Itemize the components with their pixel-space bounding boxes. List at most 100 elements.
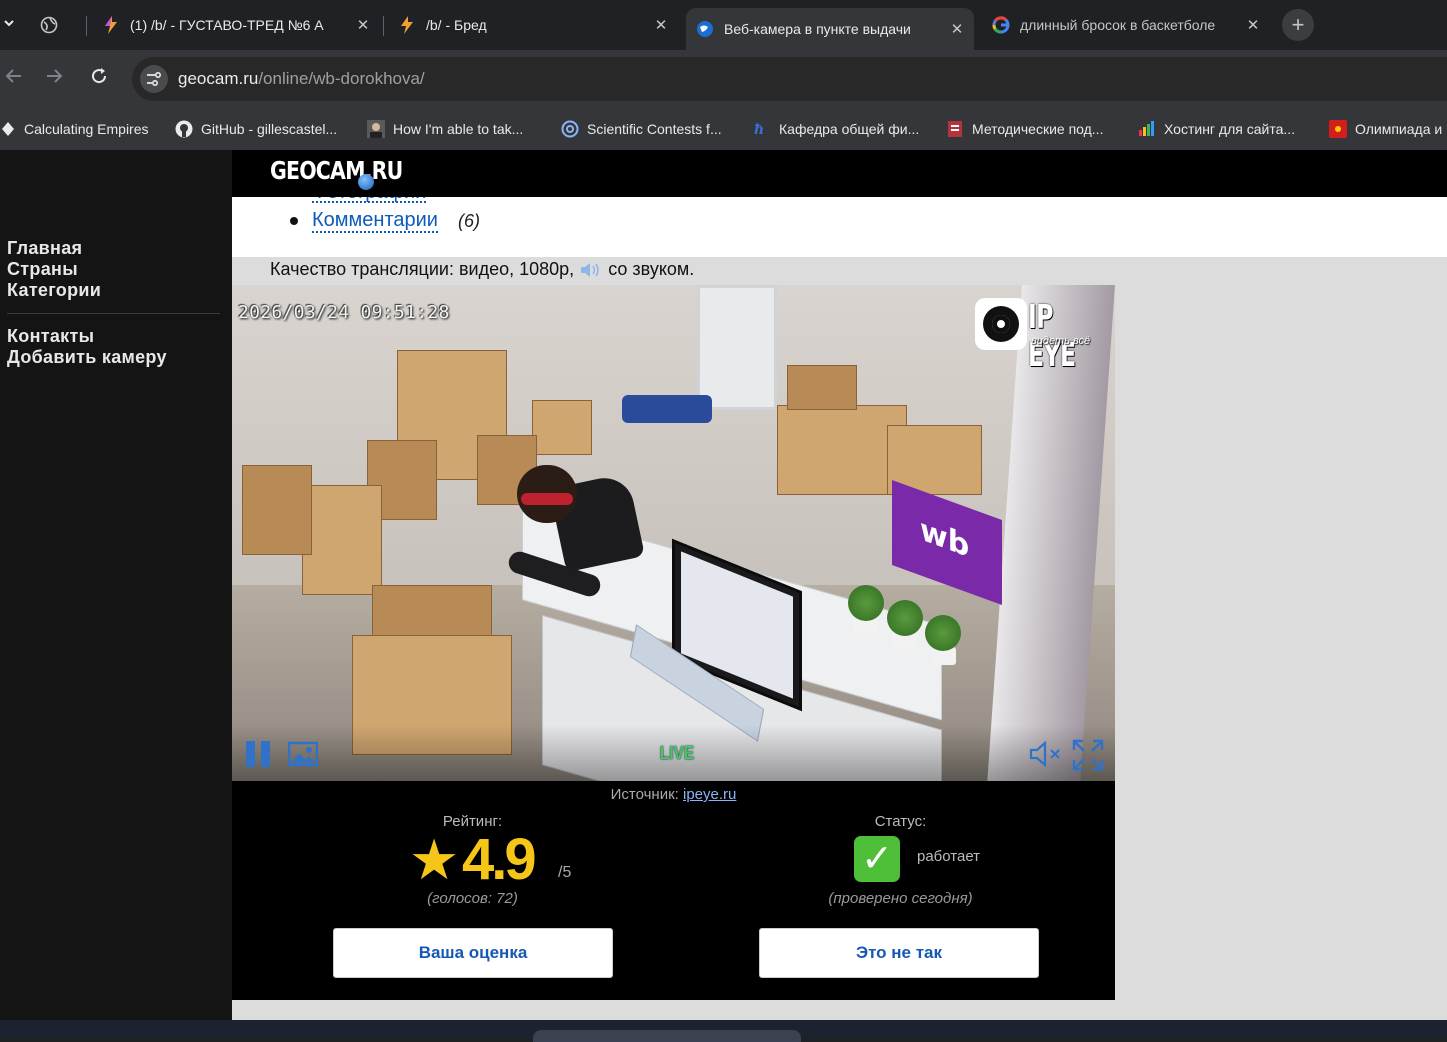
plus-icon: + [1291, 12, 1305, 37]
rating-row: ★ 4.9 /5 [252, 830, 693, 890]
globe-logo-icon [358, 174, 374, 190]
bookmark-label: Хостинг для сайта... [1164, 121, 1296, 137]
tab-title: /b/ - Бред [426, 17, 487, 33]
site-logo[interactable]: GEOCAM.RU [270, 156, 403, 185]
sidebar-divider [7, 313, 220, 314]
bookmark-item[interactable]: Олимпиада и [1329, 116, 1442, 142]
close-tab-icon[interactable]: ✕ [650, 16, 672, 34]
camera-scene-bench [622, 395, 712, 423]
status-block: Статус: ✓ работает (проверено сегодня) [680, 813, 1121, 907]
tab-geocam-active[interactable]: Веб-камера в пункте выдачи ✕ [686, 8, 974, 50]
bookmark-item[interactable]: ħ Кафедра общей фи... [753, 116, 919, 142]
source-label: Источник: [610, 786, 679, 803]
list-bullet [290, 217, 298, 225]
bolt-icon [102, 16, 120, 34]
sidebar: Главная Страны Категории Контакты Добави… [0, 150, 232, 1020]
mat-logo: wb [920, 512, 970, 566]
tab-bred[interactable]: /b/ - Бред ✕ [388, 8, 678, 42]
rate-button[interactable]: Ваша оценка [333, 928, 613, 978]
github-icon [175, 120, 193, 138]
tab-title: длинный бросок в баскетболе [1020, 17, 1216, 33]
content-links-panel: Фотографии Комментарии (6) [232, 181, 1447, 257]
quality-sound-text: со звуком. [608, 259, 695, 279]
check-mark-icon: ✓ [854, 836, 900, 882]
taskbar-search[interactable] [533, 1030, 801, 1042]
close-tab-icon[interactable]: ✕ [946, 20, 968, 38]
url-text[interactable]: geocam.ru/online/wb-dorokhova/ [178, 69, 425, 89]
sidebar-item-countries[interactable]: Страны [7, 259, 78, 280]
star-icon: ★ [409, 828, 460, 891]
plant [887, 600, 923, 636]
quality-text: Качество трансляции: видео, 1080р, [270, 259, 575, 279]
bookmark-favicon-icon [0, 120, 16, 138]
address-bar[interactable]: geocam.ru/online/wb-dorokhova/ [132, 57, 1447, 101]
tab-search-dropdown[interactable] [0, 12, 18, 38]
report-wrong-button[interactable]: Это не так [759, 928, 1039, 978]
camera-info-panel: Источник: ipeye.ru Рейтинг: ★ 4.9 /5 (го… [232, 781, 1115, 1000]
player-controls: LIVE [232, 725, 1115, 781]
tab-pinned[interactable] [30, 8, 82, 42]
browser-toolbar: geocam.ru/online/wb-dorokhova/ [0, 50, 1447, 108]
forward-button[interactable] [40, 65, 68, 93]
openai-icon [561, 120, 579, 138]
close-tab-icon[interactable]: ✕ [352, 16, 374, 34]
bolt-icon [398, 16, 416, 34]
new-tab-button[interactable]: + [1282, 9, 1314, 41]
rating-block: Рейтинг: ★ 4.9 /5 (голосов: 72) [252, 813, 693, 907]
reload-button[interactable] [85, 65, 113, 93]
site-info-icon[interactable] [140, 65, 168, 93]
sidebar-item-home[interactable]: Главная [7, 238, 82, 259]
tab-gustavo[interactable]: (1) /b/ - ГУСТАВО-ТРЕД №6 А ✕ [92, 8, 380, 42]
parcel-box [787, 365, 857, 410]
reload-icon [92, 68, 107, 84]
stream-quality: Качество трансляции: видео, 1080р, со зв… [270, 259, 694, 280]
status-row: ✓ работает [680, 830, 1121, 890]
pause-icon[interactable] [246, 741, 272, 767]
bookmark-item[interactable]: Scientific Contests f... [561, 116, 722, 142]
tab-google[interactable]: длинный бросок в баскетболе ✕ [982, 8, 1270, 42]
physics-dept-icon: ħ [753, 120, 771, 138]
parcel-box [242, 465, 312, 555]
page-viewport: Главная Страны Категории Контакты Добави… [0, 150, 1447, 1020]
hosting-icon [1138, 120, 1156, 138]
tab-title: Веб-камера в пункте выдачи [724, 21, 911, 37]
source-link[interactable]: ipeye.ru [683, 786, 736, 803]
bookmark-item[interactable]: Calculating Empires [0, 116, 149, 142]
plant [925, 615, 961, 651]
rating-max: /5 [558, 864, 572, 881]
document-icon [946, 120, 964, 138]
watermark-slogan: видеть всё [1031, 335, 1091, 347]
eye-logo-icon [975, 298, 1027, 350]
speaker-icon [581, 262, 599, 277]
video-timestamp: 2026/03/24 09:51:28 [238, 302, 450, 323]
back-button[interactable] [0, 65, 28, 93]
bookmark-item[interactable]: Хостинг для сайта... [1138, 116, 1295, 142]
bookmarks-bar: Calculating Empires GitHub - gillescaste… [0, 108, 1447, 150]
camera-scene-bandana [521, 493, 573, 505]
bookmark-item[interactable]: Методические под... [946, 116, 1103, 142]
fullscreen-icon[interactable] [1072, 739, 1104, 771]
sidebar-item-add-camera[interactable]: Добавить камеру [7, 347, 167, 368]
site-header: GEOCAM.RU [232, 150, 1447, 197]
bookmark-item[interactable]: How I'm able to tak... [367, 116, 523, 142]
sidebar-item-contacts[interactable]: Контакты [7, 326, 94, 347]
tab-title: (1) /b/ - ГУСТАВО-ТРЕД №6 А [130, 17, 324, 33]
bookmark-label: Calculating Empires [24, 121, 149, 137]
video-player[interactable]: wb 2026/03/24 09:51:28 IP EYE видеть всё… [232, 285, 1115, 781]
snapshot-icon[interactable] [287, 741, 319, 767]
volume-muted-icon[interactable] [1029, 740, 1065, 768]
comments-link[interactable]: Комментарии [312, 209, 438, 233]
bookmark-item[interactable]: GitHub - gillescastel... [175, 116, 337, 142]
status-label: Статус: [874, 813, 927, 830]
chevron-down-icon [4, 20, 14, 27]
olympiad-icon [1329, 120, 1347, 138]
os-taskbar [0, 1020, 1447, 1042]
geocam-icon [696, 20, 714, 38]
status-value: работает [917, 848, 981, 865]
bookmark-label: How I'm able to tak... [393, 121, 524, 137]
camera-scene-door [697, 285, 777, 410]
sidebar-item-categories[interactable]: Категории [7, 280, 101, 301]
status-checked: (проверено сегодня) [828, 890, 973, 907]
svg-text:ħ: ħ [754, 122, 764, 138]
close-tab-icon[interactable]: ✕ [1242, 16, 1264, 34]
